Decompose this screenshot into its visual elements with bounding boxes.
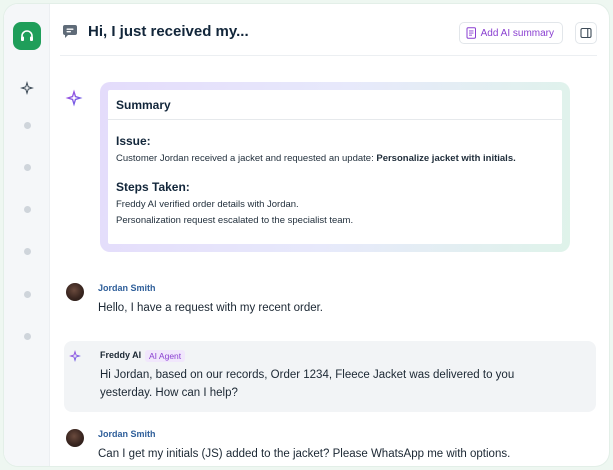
summary-title: Summary — [116, 98, 171, 112]
sender-name[interactable]: Freddy AI — [100, 350, 141, 360]
rail-nav-item[interactable] — [24, 248, 31, 255]
message-text: Hello, I have a request with my recent o… — [98, 302, 323, 314]
headset-icon[interactable] — [13, 22, 41, 50]
page-title: Hi, I just received my... — [88, 23, 249, 40]
add-ai-summary-label: Add AI summary — [480, 27, 554, 39]
rail-nav-item[interactable] — [24, 206, 31, 213]
issue-text-plain: Customer Jordan received a jacket and re… — [116, 153, 377, 164]
left-rail — [4, 4, 50, 466]
freddy-ai-sparkle-icon — [69, 350, 81, 362]
message-text-line: Hi Jordan, based on our records, Order 1… — [100, 369, 515, 381]
document-icon — [466, 27, 476, 39]
side-panel-toggle-button[interactable] — [575, 22, 597, 44]
summary-body: Summary Issue: Customer Jordan received … — [108, 90, 562, 244]
issue-text: Customer Jordan received a jacket and re… — [116, 153, 516, 164]
avatar[interactable] — [66, 429, 84, 447]
sender-name[interactable]: Jordan Smith — [98, 283, 156, 293]
step-item: Personalization request escalated to the… — [116, 215, 354, 226]
summary-divider — [108, 119, 562, 120]
add-ai-summary-button[interactable]: Add AI summary — [458, 22, 563, 44]
issue-heading: Issue: — [116, 134, 151, 148]
message-text-line: yesterday. How can I help? — [100, 387, 238, 399]
avatar[interactable] — [66, 283, 84, 301]
message-text: Can I get my initials (JS) added to the … — [98, 448, 511, 460]
ai-agent-badge: AI Agent — [145, 350, 186, 362]
chat-bubble-icon — [63, 25, 77, 38]
freddy-ai-sparkle-icon — [65, 89, 83, 107]
conversation-pane: Hi, I just received my... Add AI summary — [50, 4, 609, 466]
rail-nav-item[interactable] — [24, 122, 31, 129]
step-item: Freddy AI verified order details with Jo… — [116, 199, 299, 210]
app-window: Hi, I just received my... Add AI summary — [4, 4, 609, 466]
issue-text-emphasis: Personalize jacket with initials. — [376, 153, 516, 164]
sparkle-icon[interactable] — [19, 80, 35, 96]
conversation-header: Hi, I just received my... Add AI summary — [60, 4, 597, 56]
rail-nav-item[interactable] — [24, 164, 31, 171]
sender-name[interactable]: Jordan Smith — [98, 429, 156, 439]
side-panel-icon — [580, 27, 592, 39]
steps-heading: Steps Taken: — [116, 180, 190, 194]
rail-nav-item[interactable] — [24, 291, 31, 298]
rail-nav-item[interactable] — [24, 333, 31, 340]
ai-summary-card: Summary Issue: Customer Jordan received … — [100, 82, 570, 252]
